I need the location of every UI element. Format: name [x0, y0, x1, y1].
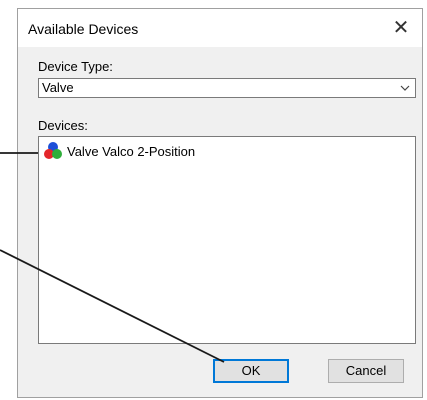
title-bar[interactable]: Available Devices ✕: [18, 9, 422, 47]
list-item-label: Valve Valco 2-Position: [67, 143, 196, 159]
device-type-select[interactable]: Valve: [38, 78, 416, 98]
list-item[interactable]: Valve Valco 2-Position: [43, 141, 195, 161]
chevron-down-icon: [400, 85, 410, 91]
device-type-value: Valve: [42, 80, 74, 95]
available-devices-dialog: Available Devices ✕ Device Type: Valve D…: [17, 8, 423, 398]
ok-button[interactable]: OK: [213, 359, 289, 383]
devices-label: Devices:: [38, 118, 88, 133]
close-icon: ✕: [392, 17, 410, 39]
cancel-button[interactable]: Cancel: [328, 359, 404, 383]
screenshot-stage: Available Devices ✕ Device Type: Valve D…: [0, 0, 427, 400]
device-rgb-icon: [44, 142, 62, 159]
device-type-label: Device Type:: [38, 59, 113, 74]
dialog-title: Available Devices: [28, 21, 139, 37]
devices-list[interactable]: Valve Valco 2-Position: [38, 136, 416, 344]
close-button[interactable]: ✕: [386, 13, 416, 43]
